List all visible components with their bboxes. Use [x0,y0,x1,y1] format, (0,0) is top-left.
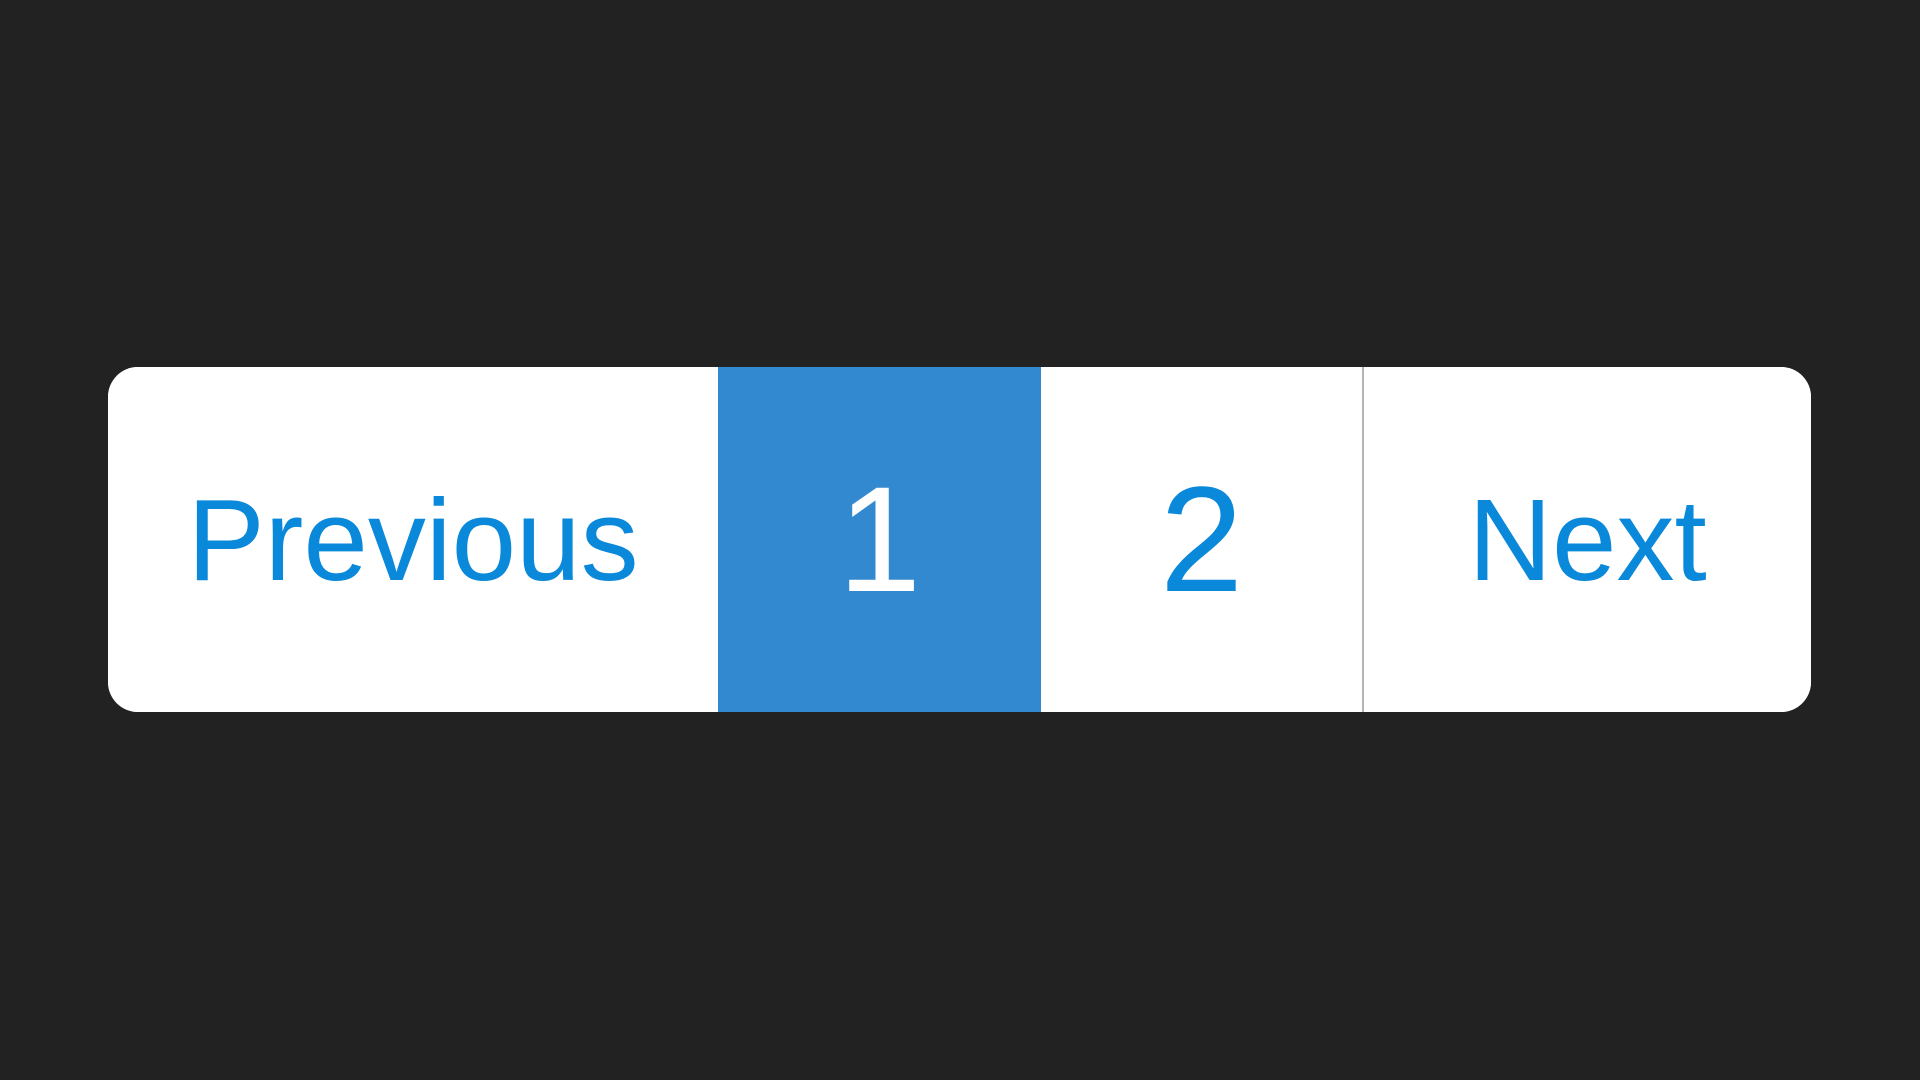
next-label: Next [1468,474,1707,605]
page-1-label: 1 [837,455,922,623]
page-1-button[interactable]: 1 [718,367,1041,712]
page-2-button[interactable]: 2 [1041,367,1364,712]
previous-button[interactable]: Previous [108,367,718,712]
previous-label: Previous [187,474,639,605]
page-2-label: 2 [1159,455,1244,623]
pagination-bar: Previous 1 2 Next [108,367,1811,712]
next-button[interactable]: Next [1364,367,1811,712]
